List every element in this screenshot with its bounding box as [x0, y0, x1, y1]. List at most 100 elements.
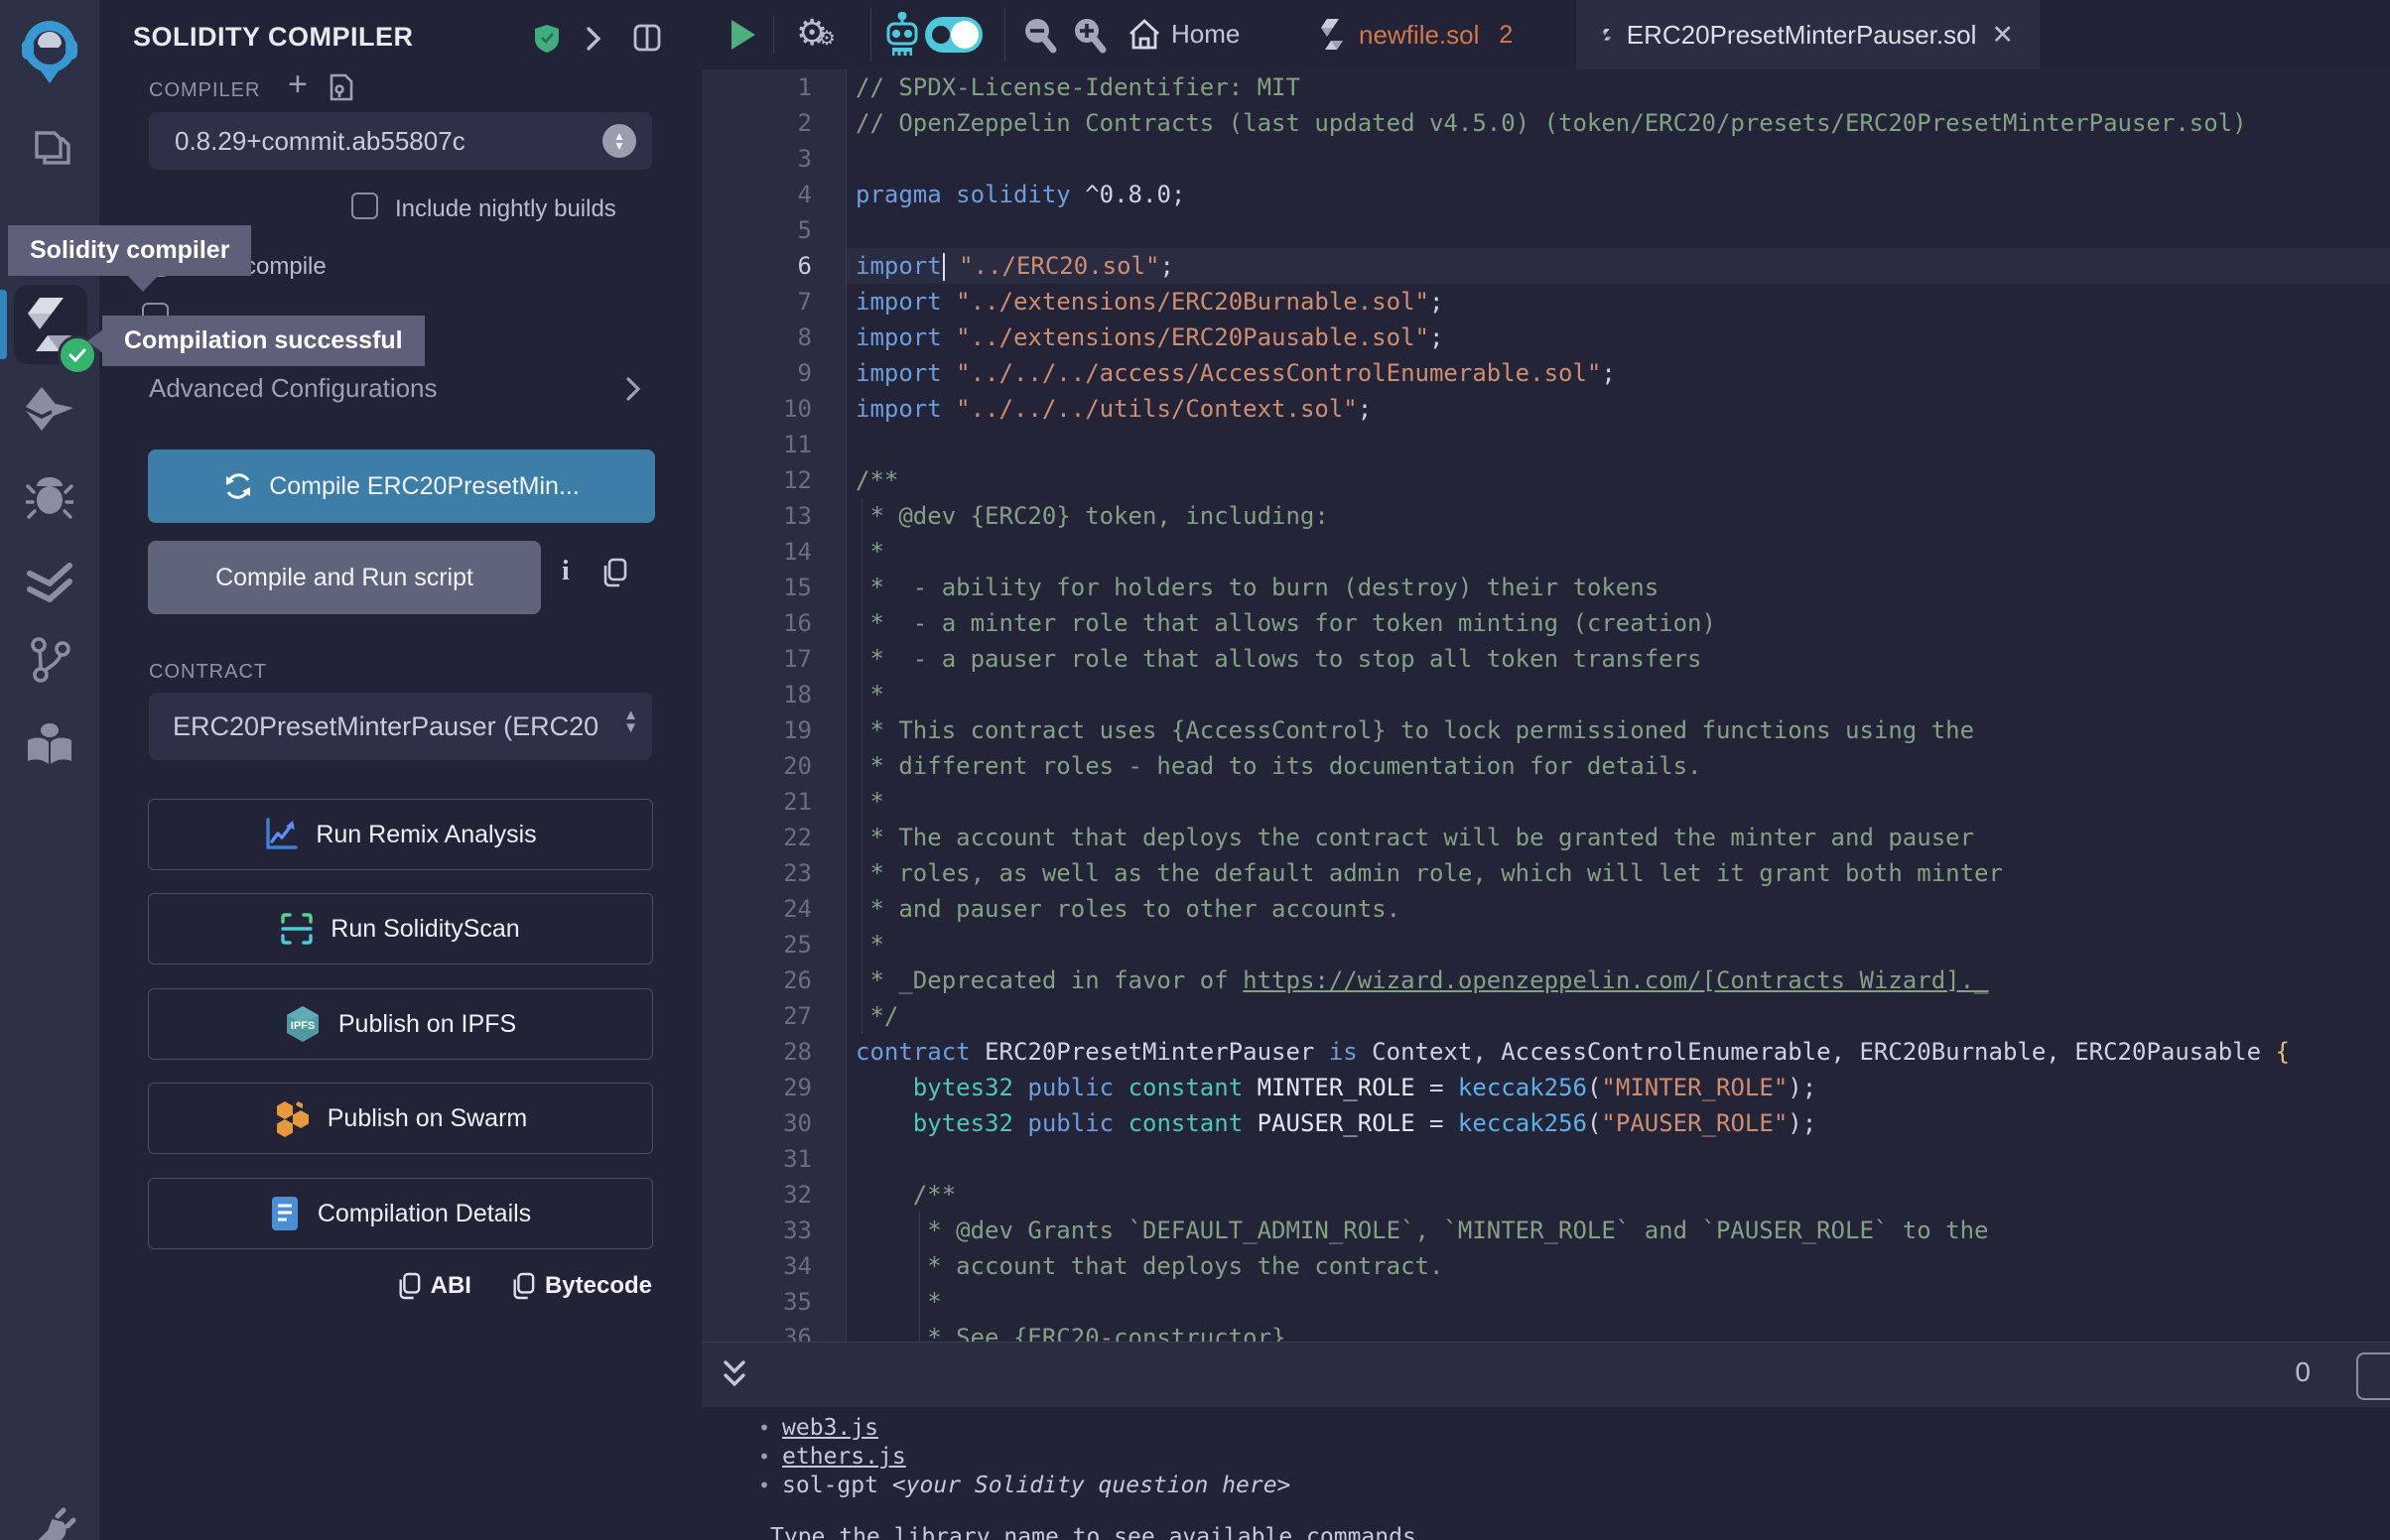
code-line-21[interactable]: 21 *	[702, 784, 2390, 820]
code-line-32[interactable]: 32 /**	[702, 1177, 2390, 1213]
terminal-search-input[interactable]	[2356, 1352, 2390, 1400]
code-line-4[interactable]: 4pragma solidity ^0.8.0;	[702, 177, 2390, 212]
advanced-configurations-label[interactable]: Advanced Configurations	[149, 373, 438, 404]
code-line-13[interactable]: 13 * @dev {ERC20} token, including:	[702, 498, 2390, 534]
line-text: bytes32 public constant PAUSER_ROLE = ke…	[846, 1109, 1816, 1137]
code-line-15[interactable]: 15 * - ability for holders to burn (dest…	[702, 570, 2390, 605]
compile-button[interactable]: Compile ERC20PresetMin...	[148, 449, 655, 523]
code-line-11[interactable]: 11	[702, 427, 2390, 462]
chevron-right-icon[interactable]	[586, 26, 601, 52]
code-lines: 1// SPDX-License-Identifier: MIT2// Open…	[702, 69, 2390, 1342]
terminal-entry-solgpt[interactable]: • sol-gpt <your Solidity question here>	[758, 1473, 1290, 1498]
compile-and-run-button[interactable]: Compile and Run script	[148, 541, 541, 614]
code-line-10[interactable]: 10import "../../../utils/Context.sol";	[702, 391, 2390, 427]
code-line-31[interactable]: 31	[702, 1141, 2390, 1177]
code-line-27[interactable]: 27 */	[702, 998, 2390, 1034]
code-line-25[interactable]: 25 *	[702, 927, 2390, 962]
shield-icon[interactable]	[534, 24, 560, 54]
code-line-16[interactable]: 16 * - a minter role that allows for tok…	[702, 605, 2390, 641]
code-line-35[interactable]: 35 *	[702, 1284, 2390, 1320]
code-line-34[interactable]: 34 * account that deploys the contract.	[702, 1248, 2390, 1284]
zoom-out-icon[interactable]	[1021, 17, 1059, 55]
code-line-30[interactable]: 30 bytes32 public constant PAUSER_ROLE =…	[702, 1105, 2390, 1141]
terminal-entry-web3[interactable]: • web3.js	[758, 1415, 878, 1441]
code-line-36[interactable]: 36 * See {ERC20-constructor}.	[702, 1320, 2390, 1342]
publish-on-swarm-button[interactable]: Publish on Swarm	[148, 1083, 653, 1154]
script-settings-gears-icon[interactable]: ⚙⚙	[796, 12, 828, 54]
copy-icon[interactable]	[601, 558, 627, 587]
code-line-3[interactable]: 3	[702, 141, 2390, 177]
terminal-link[interactable]: ethers.js	[782, 1444, 906, 1470]
select-arrows-icon: ▲▼	[602, 124, 636, 158]
code-line-1[interactable]: 1// SPDX-License-Identifier: MIT	[702, 69, 2390, 105]
code-line-14[interactable]: 14 *	[702, 534, 2390, 570]
run-remix-analysis-button[interactable]: Run Remix Analysis	[148, 799, 653, 870]
info-icon[interactable]: i	[562, 556, 570, 587]
run-solidityscan-button[interactable]: Run SolidityScan	[148, 893, 653, 964]
split-panel-icon[interactable]	[633, 24, 661, 52]
file-explorer-icon[interactable]	[0, 125, 99, 171]
debugger-icon[interactable]	[0, 472, 99, 520]
unit-testing-icon[interactable]	[0, 562, 99, 605]
terminal-listen-count: 0	[2295, 1356, 2311, 1388]
tab-erc20presetminterpauser[interactable]: ERC20PresetMinterPauser.sol ✕	[1576, 0, 2040, 69]
terminal-placeholder: <your Solidity question here>	[892, 1473, 1291, 1498]
code-line-20[interactable]: 20 * different roles - head to its docum…	[702, 748, 2390, 784]
tab-close-icon[interactable]: ✕	[1991, 20, 2014, 51]
copilot-toggle[interactable]	[925, 17, 983, 53]
code-line-18[interactable]: 18 *	[702, 677, 2390, 712]
plug-icon[interactable]	[0, 1504, 99, 1540]
code-line-6[interactable]: 6import "../ERC20.sol";	[702, 248, 2390, 284]
code-line-17[interactable]: 17 * - a pauser role that allows to stop…	[702, 641, 2390, 677]
home-icon[interactable]	[1127, 17, 1162, 53]
remix-logo-icon[interactable]	[0, 14, 99, 85]
code-line-7[interactable]: 7import "../extensions/ERC20Burnable.sol…	[702, 284, 2390, 320]
advanced-chevron-icon[interactable]	[625, 375, 641, 403]
code-line-22[interactable]: 22 * The account that deploys the contra…	[702, 820, 2390, 855]
line-text: * @dev Grants `DEFAULT_ADMIN_ROLE`, `MIN…	[846, 1217, 1989, 1244]
code-editor[interactable]: 1// SPDX-License-Identifier: MIT2// Open…	[702, 69, 2390, 1342]
compiler-section-label: COMPILER	[149, 79, 260, 102]
abi-label: ABI	[431, 1272, 471, 1300]
ai-copilot-robot-icon[interactable]	[882, 12, 922, 58]
bytecode-copy[interactable]: Bytecode	[511, 1272, 652, 1300]
publish-on-ipfs-button[interactable]: IPFS Publish on IPFS	[148, 988, 653, 1060]
deploy-run-icon[interactable]	[0, 385, 99, 433]
tab-newfile[interactable]: newfile.sol 2	[1297, 0, 1534, 69]
compiler-file-icon[interactable]	[330, 73, 353, 101]
add-compiler-icon[interactable]: +	[288, 65, 308, 104]
compilation-details-button[interactable]: Compilation Details	[148, 1178, 653, 1249]
contract-select[interactable]: ERC20PresetMinterPauser (ERC20 ▲▼	[149, 693, 652, 760]
code-line-12[interactable]: 12/**	[702, 462, 2390, 498]
code-line-8[interactable]: 8import "../extensions/ERC20Pausable.sol…	[702, 320, 2390, 355]
terminal-entry-ethers[interactable]: • ethers.js	[758, 1444, 906, 1470]
code-line-23[interactable]: 23 * roles, as well as the default admin…	[702, 855, 2390, 891]
nightly-builds-checkbox[interactable]	[351, 192, 378, 219]
git-icon[interactable]	[0, 635, 99, 685]
code-line-9[interactable]: 9import "../../../access/AccessControlEn…	[702, 355, 2390, 391]
code-line-5[interactable]: 5	[702, 212, 2390, 248]
bullet: •	[758, 1474, 770, 1497]
plugin-manager-icon[interactable]	[0, 722, 99, 768]
code-line-19[interactable]: 19 * This contract uses {AccessControl} …	[702, 712, 2390, 748]
terminal-command: sol-gpt	[782, 1473, 892, 1498]
action-label: Compilation Details	[318, 1200, 531, 1228]
code-line-26[interactable]: 26 * _Deprecated in favor of https://wiz…	[702, 962, 2390, 998]
terminal-content[interactable]: • web3.js • ethers.js • sol-gpt <your So…	[702, 1407, 2390, 1540]
line-text: * roles, as well as the default admin ro…	[846, 859, 2003, 887]
line-number: 3	[702, 145, 846, 173]
code-line-24[interactable]: 24 * and pauser roles to other accounts.	[702, 891, 2390, 927]
home-tab-label[interactable]: Home	[1171, 19, 1240, 50]
expand-terminal-chevrons-icon[interactable]	[720, 1358, 749, 1392]
zoom-in-icon[interactable]	[1071, 17, 1109, 55]
run-script-play-icon[interactable]	[729, 18, 758, 52]
compiler-version-select[interactable]: 0.8.29+commit.ab55807c ▲▼	[149, 112, 652, 170]
toggle-off-dot	[932, 26, 950, 44]
code-line-2[interactable]: 2// OpenZeppelin Contracts (last updated…	[702, 105, 2390, 141]
code-line-29[interactable]: 29 bytes32 public constant MINTER_ROLE =…	[702, 1070, 2390, 1105]
code-line-28[interactable]: 28contract ERC20PresetMinterPauser is Co…	[702, 1034, 2390, 1070]
code-line-33[interactable]: 33 * @dev Grants `DEFAULT_ADMIN_ROLE`, `…	[702, 1213, 2390, 1248]
terminal-link[interactable]: web3.js	[782, 1415, 878, 1441]
terminal-bar[interactable]: 0	[702, 1342, 2390, 1408]
abi-copy[interactable]: ABI	[397, 1272, 471, 1300]
